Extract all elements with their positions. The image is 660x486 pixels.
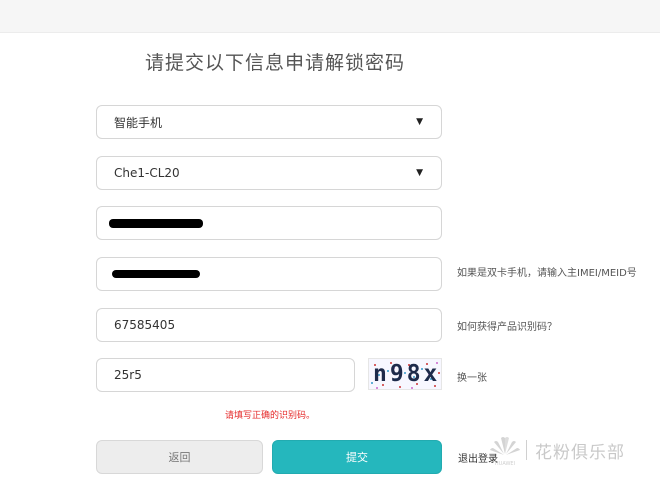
top-bar [0,0,660,33]
device-type-select[interactable]: 智能手机 ▼ [96,105,442,139]
product-id-help-link[interactable]: 如何获得产品识别码？ [457,318,557,333]
watermark-text: 花粉俱乐部 [535,442,625,463]
page-title: 请提交以下信息申请解锁密码 [144,52,405,74]
model-select[interactable]: Che1-CL20 ▼ [96,156,442,190]
back-button[interactable]: 返回 [96,440,263,474]
error-message: 请填写正确的识别码。 [224,411,315,421]
product-id-input[interactable]: 67585405 [96,308,442,342]
submit-button[interactable]: 提交 [272,440,442,474]
device-type-value: 智能手机 [114,115,163,130]
captcha-refresh-link[interactable]: 换一张 [457,369,487,384]
imei-input[interactable] [96,206,442,240]
chevron-down-icon: ▼ [416,117,423,127]
captcha-input-value: 25r5 [114,368,142,382]
separator [526,440,527,460]
imei2-input[interactable] [96,257,442,291]
redaction-mark [109,219,203,228]
captcha-input[interactable]: 25r5 [96,358,355,392]
redaction-mark [112,270,200,278]
chevron-down-icon: ▼ [416,168,423,178]
huawei-logo-icon: HUAWEI [490,437,520,467]
brand-text: HUAWEI [495,461,515,467]
imei-hint: 如果是双卡手机，请输入主IMEI/MEID号 [457,268,637,279]
watermark: HUAWEI 花粉俱乐部 [488,430,660,470]
captcha-text: n98x [373,361,441,387]
model-value: Che1-CL20 [114,166,180,180]
product-id-value: 67585405 [114,318,176,332]
captcha-image[interactable]: n98x [368,358,442,390]
